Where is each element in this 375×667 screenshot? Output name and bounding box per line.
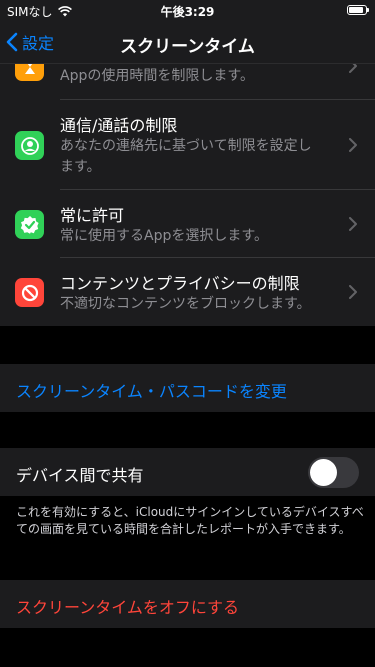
row-always-allowed[interactable]: 常に許可 常に使用するAppを選択します。 (0, 190, 375, 258)
chevron-right-icon (349, 217, 357, 231)
row-content-privacy-title: コンテンツとプライバシーの制限 (60, 274, 300, 293)
row-always-allowed-subtitle: 常に使用するAppを選択します。 (60, 228, 268, 244)
status-bar: SIMなし 午後3:29 (0, 0, 375, 20)
change-passcode-label: スクリーンタイム・パスコードを変更 (16, 382, 287, 401)
prohibited-icon (21, 284, 38, 301)
row-always-allowed-icon-box (15, 210, 44, 239)
row-app-limits-subtitle: Appの使用時間を制限します。 (60, 68, 254, 84)
share-across-devices-row: デバイス間で共有 (0, 448, 375, 496)
battery-icon (347, 5, 369, 15)
row-content-privacy-icon-box (15, 278, 44, 307)
share-across-devices-toggle[interactable] (308, 457, 359, 488)
person-circle-icon (20, 136, 39, 155)
navigation-bar: 設定 スクリーンタイム (0, 20, 375, 64)
status-time: 午後3:29 (160, 5, 215, 19)
share-footer-note: これを有効にすると、iCloudにサインインしているデバイスすべての画面を見てい… (16, 505, 364, 536)
toggle-knob (310, 459, 337, 486)
row-communication-title: 通信/通話の制限 (60, 116, 178, 135)
settings-group: Appの使用時間を制限します。 通信/通話の制限 あなたの連絡先に基づいて制限を… (0, 32, 375, 326)
change-passcode-button[interactable]: スクリーンタイム・パスコードを変更 (0, 364, 375, 412)
row-content-privacy-subtitle: 不適切なコンテンツをブロックします。 (60, 296, 311, 312)
page-title: スクリーンタイム (120, 37, 255, 57)
chevron-right-icon (349, 285, 357, 299)
row-communication-subtitle: あなたの連絡先に基づいて制限を設定します。 (60, 138, 312, 175)
chevron-right-icon (349, 138, 357, 152)
battery-level (349, 7, 363, 13)
turn-off-screen-time-button[interactable]: スクリーンタイムをオフにする (0, 580, 375, 628)
row-always-allowed-title: 常に許可 (60, 206, 125, 225)
row-communication-limits[interactable]: 通信/通話の制限 あなたの連絡先に基づいて制限を設定します。 (0, 100, 375, 190)
row-communication-icon-box (15, 131, 44, 160)
share-across-devices-label: デバイス間で共有 (16, 466, 144, 485)
checkmark-seal-icon (20, 215, 39, 234)
row-content-privacy[interactable]: コンテンツとプライバシーの制限 不適切なコンテンツをブロックします。 (0, 258, 375, 326)
turn-off-screen-time-label: スクリーンタイムをオフにする (16, 598, 240, 617)
